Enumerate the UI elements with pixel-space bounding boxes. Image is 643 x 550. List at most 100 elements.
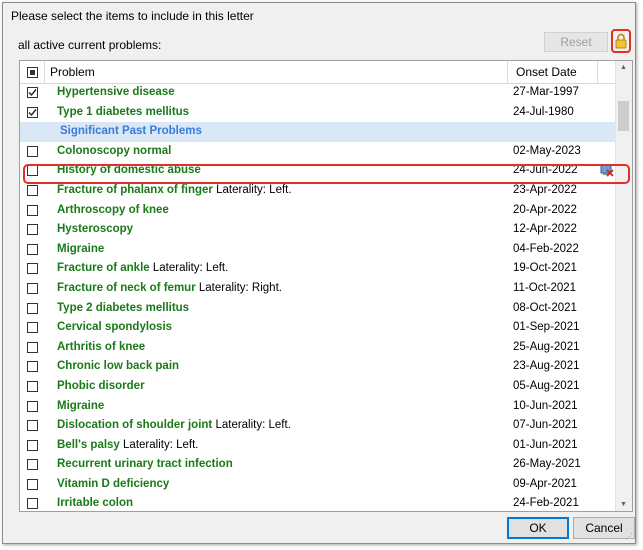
- row-checkbox[interactable]: [27, 459, 38, 471]
- table-row[interactable]: Recurrent urinary tract infection 26-May-…: [20, 455, 616, 475]
- row-checkbox[interactable]: [27, 341, 38, 353]
- onset-date: 20-Apr-2022: [513, 203, 577, 216]
- table-row[interactable]: Hypertensive disease 27-Mar-1997: [20, 83, 616, 103]
- resize-grip-icon[interactable]: ⋰: [625, 532, 633, 541]
- row-checkbox[interactable]: [27, 106, 38, 118]
- table-row[interactable]: Hysteroscopy 12-Apr-2022: [20, 220, 616, 240]
- problems-list: Hypertensive disease 27-Mar-1997 Type 1 di…: [20, 83, 616, 511]
- row-checkbox[interactable]: [27, 243, 38, 255]
- problem-name-text: Bell's palsy: [57, 438, 120, 451]
- onset-date: 01-Sep-2021: [513, 321, 580, 334]
- problem-name-text: Arthritis of knee: [57, 340, 146, 353]
- table-row[interactable]: Migraine 04-Feb-2022: [20, 240, 616, 260]
- problem-name-text: Fracture of neck of femur: [57, 281, 196, 294]
- row-checkbox[interactable]: [27, 302, 38, 314]
- problem-name-text: Type 1 diabetes mellitus: [57, 105, 190, 118]
- problem-name-text: Hypertensive disease: [57, 86, 175, 98]
- table-row[interactable]: Type 1 diabetes mellitus 24-Jul-1980: [20, 103, 616, 123]
- problem-name-text: Arthroscopy of knee: [57, 203, 169, 216]
- vertical-scrollbar[interactable]: ▲ ▼: [615, 61, 632, 511]
- row-checkbox[interactable]: [27, 380, 38, 392]
- problem-name-text: Phobic disorder: [57, 379, 145, 392]
- problem-name: Migraine: [57, 243, 104, 255]
- table-row[interactable]: Fracture of neck of femur Laterality: Ri…: [20, 279, 616, 299]
- laterality-text: Laterality: Right.: [198, 281, 282, 294]
- lock-icon: [615, 33, 627, 49]
- row-checkbox[interactable]: [27, 87, 38, 98]
- problem-name: Cervical spondylosis: [57, 321, 172, 333]
- select-all-checkbox-cell[interactable]: [20, 61, 44, 83]
- grid-header: Problem Onset Date: [20, 61, 616, 84]
- row-checkbox[interactable]: [27, 282, 38, 294]
- problems-grid: Problem Onset Date Hypertensive disease 2…: [19, 60, 633, 512]
- row-checkbox[interactable]: [27, 498, 38, 510]
- problem-name-text: Hysteroscopy: [57, 223, 134, 236]
- row-checkbox[interactable]: [27, 184, 38, 196]
- problem-name: Vitamin D deficiency: [57, 478, 169, 490]
- onset-date: 23-Apr-2022: [513, 183, 577, 196]
- problem-name: Fracture of phalanx of finger Laterality…: [57, 184, 292, 196]
- problem-name: Type 1 diabetes mellitus: [57, 106, 189, 118]
- table-row[interactable]: Migraine 10-Jun-2021: [20, 397, 616, 417]
- problem-name-text: Recurrent urinary tract infection: [57, 458, 233, 471]
- onset-date: 23-Aug-2021: [513, 360, 580, 373]
- problem-name: Irritable colon: [57, 497, 133, 509]
- onset-date: 24-Jul-1980: [513, 105, 574, 118]
- select-all-checkbox[interactable]: [26, 66, 38, 78]
- problem-name-text: Fracture of ankle: [57, 262, 150, 275]
- group-header-label: Significant Past Problems: [60, 125, 202, 138]
- row-checkbox[interactable]: [27, 361, 38, 373]
- row-checkbox[interactable]: [27, 420, 38, 432]
- table-row[interactable]: Bell's palsy Laterality: Left. 01-Jun-202…: [20, 436, 616, 456]
- onset-date: 02-May-2023: [513, 144, 581, 157]
- problem-name: Hypertensive disease: [57, 86, 175, 98]
- table-row[interactable]: Type 2 diabetes mellitus 08-Oct-2021: [20, 299, 616, 319]
- row-checkbox[interactable]: [27, 263, 38, 275]
- table-row[interactable]: Arthroscopy of knee 20-Apr-2022: [20, 201, 616, 221]
- problem-name: Arthritis of knee: [57, 341, 145, 353]
- scroll-down-icon[interactable]: ▼: [620, 501, 627, 508]
- problem-name: Colonoscopy normal: [57, 145, 171, 157]
- row-checkbox[interactable]: [27, 322, 38, 334]
- onset-date: 19-Oct-2021: [513, 262, 577, 275]
- scroll-up-icon[interactable]: ▲: [620, 64, 627, 71]
- problem-name: Recurrent urinary tract infection: [57, 458, 233, 470]
- dialog-title: Please select the items to include in th…: [11, 9, 254, 23]
- table-row[interactable]: Arthritis of knee 25-Aug-2021: [20, 338, 616, 358]
- table-row[interactable]: Fracture of ankle Laterality: Left. 19-Oc…: [20, 259, 616, 279]
- row-checkbox[interactable]: [27, 478, 38, 490]
- laterality-text: Laterality: Left.: [123, 438, 199, 451]
- laterality-text: Laterality: Left.: [152, 262, 229, 275]
- problem-name: Bell's palsy Laterality: Left.: [57, 439, 198, 451]
- problem-name: Chronic low back pain: [57, 360, 179, 372]
- table-row[interactable]: Colonoscopy normal 02-May-2023: [20, 142, 616, 162]
- onset-date: 27-Mar-1997: [513, 86, 579, 98]
- table-row[interactable]: Irritable colon 24-Feb-2021: [20, 494, 616, 511]
- table-row[interactable]: Phobic disorder 05-Aug-2021: [20, 377, 616, 397]
- row-checkbox[interactable]: [27, 439, 38, 451]
- problem-name-text: Migraine: [57, 242, 105, 255]
- highlight-annotation: [23, 164, 630, 184]
- group-header-row: Significant Past Problems: [20, 122, 616, 142]
- problem-name-text: Irritable colon: [57, 497, 134, 510]
- onset-date: 11-Oct-2021: [513, 281, 577, 294]
- ok-button[interactable]: OK: [507, 517, 569, 539]
- problem-name: Fracture of neck of femur Laterality: Ri…: [57, 282, 282, 294]
- scrollbar-thumb[interactable]: [618, 101, 629, 131]
- table-row[interactable]: Cervical spondylosis 01-Sep-2021: [20, 318, 616, 338]
- problem-name-text: Dislocation of shoulder joint: [57, 419, 213, 432]
- row-checkbox[interactable]: [27, 400, 38, 412]
- table-row[interactable]: Vitamin D deficiency 09-Apr-2021: [20, 475, 616, 495]
- lock-button[interactable]: [611, 29, 631, 53]
- reset-button[interactable]: Reset: [544, 32, 608, 52]
- problem-name: Type 2 diabetes mellitus: [57, 302, 189, 314]
- column-header-problem[interactable]: Problem: [50, 61, 505, 83]
- row-checkbox[interactable]: [27, 224, 38, 236]
- table-row[interactable]: Dislocation of shoulder joint Laterality…: [20, 416, 616, 436]
- row-checkbox[interactable]: [27, 145, 38, 157]
- problem-name: Dislocation of shoulder joint Laterality…: [57, 419, 291, 431]
- laterality-text: Laterality: Left.: [216, 183, 292, 196]
- table-row[interactable]: Chronic low back pain 23-Aug-2021: [20, 357, 616, 377]
- row-checkbox[interactable]: [27, 204, 38, 216]
- column-header-onset-date[interactable]: Onset Date: [516, 61, 596, 83]
